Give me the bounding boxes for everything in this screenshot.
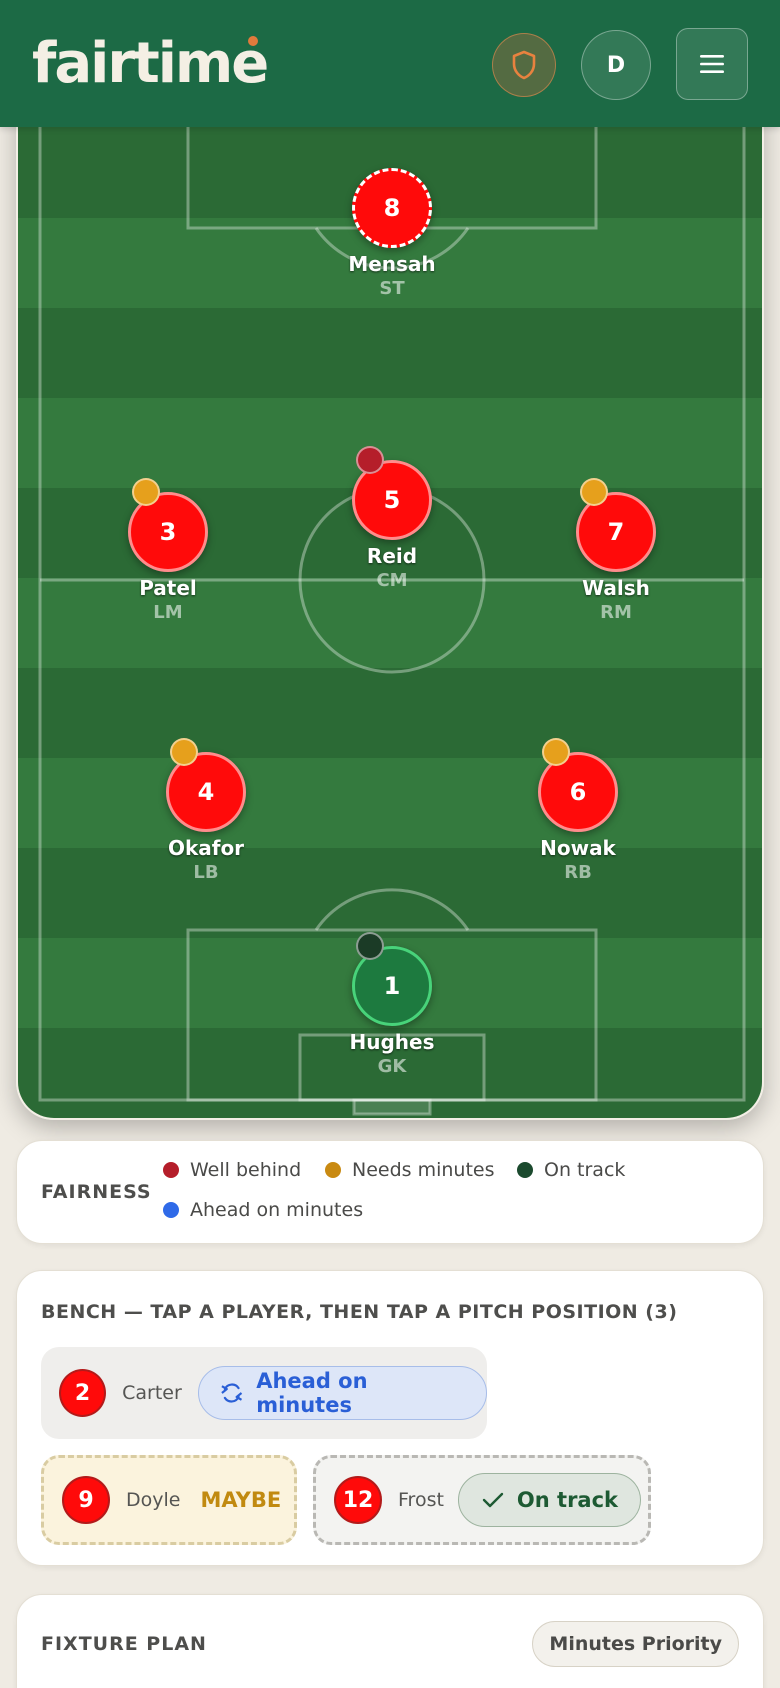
fairness-legend-card: FAIRNESS Well behind Needs minutes On tr… bbox=[16, 1140, 764, 1244]
legend-label: Ahead on minutes bbox=[190, 1199, 364, 1221]
bench-title: BENCH — TAP A PLAYER, THEN TAP A PITCH P… bbox=[41, 1301, 678, 1323]
player-name: Reid bbox=[366, 544, 418, 568]
pitch-player-okafor[interactable]: 4 Okafor LB bbox=[126, 738, 286, 883]
bench-player-number: 2 bbox=[59, 1369, 107, 1417]
player-name: Patel bbox=[139, 576, 197, 600]
fixture-plan-card: FIXTURE PLAN Minutes Priority bbox=[16, 1594, 764, 1688]
player-position: LB bbox=[193, 862, 219, 883]
legend-on-track: On track bbox=[517, 1159, 625, 1181]
shield-icon bbox=[512, 50, 536, 80]
player-name: Hughes bbox=[349, 1030, 435, 1054]
pitch-player-mensah[interactable]: 8 Mensah ST bbox=[312, 168, 472, 299]
legend-needs-minutes: Needs minutes bbox=[325, 1159, 495, 1181]
legend-well-behind: Well behind bbox=[163, 1159, 301, 1181]
player-position: GK bbox=[377, 1056, 407, 1077]
bench-player-carter[interactable]: 2 Carter Ahead on minutes bbox=[41, 1347, 487, 1439]
pitch-player-reid[interactable]: 5 Reid CM bbox=[312, 446, 472, 591]
hamburger-menu-icon bbox=[700, 55, 724, 73]
fairness-status-dot bbox=[132, 478, 160, 506]
bench-player-number: 12 bbox=[334, 1476, 382, 1524]
fairness-title: FAIRNESS bbox=[41, 1181, 152, 1203]
legend-ahead-on-minutes: Ahead on minutes bbox=[163, 1199, 363, 1221]
pitch[interactable]: 8 Mensah ST 5 Reid CM 3 Patel LM 7 Walsh… bbox=[16, 60, 764, 1120]
bench-card: BENCH — TAP A PLAYER, THEN TAP A PITCH P… bbox=[16, 1270, 764, 1566]
player-number-disc: 8 bbox=[352, 168, 432, 248]
checkmark-icon bbox=[482, 1492, 504, 1508]
availability-badge: MAYBE bbox=[200, 1488, 282, 1512]
pitch-player-hughes[interactable]: 1 Hughes GK bbox=[312, 932, 472, 1077]
bench-player-name: Carter bbox=[122, 1382, 182, 1404]
player-name: Walsh bbox=[582, 576, 650, 600]
status-badge-label: Ahead on minutes bbox=[256, 1369, 368, 1417]
fairness-status-dot bbox=[170, 738, 198, 766]
player-position: ST bbox=[379, 278, 405, 299]
status-badge: Ahead on minutes bbox=[197, 1366, 487, 1420]
status-badge: On track bbox=[457, 1473, 642, 1527]
player-position: CM bbox=[376, 570, 408, 591]
bench-player-frost[interactable]: 12 Frost On track bbox=[313, 1455, 651, 1545]
player-name: Okafor bbox=[167, 836, 245, 860]
player-name: Mensah bbox=[348, 252, 436, 276]
pitch-player-walsh[interactable]: 7 Walsh RM bbox=[536, 478, 696, 623]
shield-button[interactable] bbox=[492, 33, 556, 97]
legend-label: Needs minutes bbox=[352, 1159, 495, 1181]
legend-dot bbox=[163, 1202, 179, 1218]
legend-dot bbox=[163, 1162, 179, 1178]
minutes-priority-toggle[interactable]: Minutes Priority bbox=[532, 1621, 739, 1667]
bench-player-number: 9 bbox=[62, 1476, 110, 1524]
menu-button[interactable] bbox=[676, 28, 748, 100]
player-position: LM bbox=[153, 602, 183, 623]
app-logo[interactable]: fairtime bbox=[32, 28, 269, 100]
legend-label: Well behind bbox=[190, 1159, 302, 1181]
player-position: RB bbox=[564, 862, 592, 883]
fairness-status-dot bbox=[356, 446, 384, 474]
user-avatar-button[interactable]: D bbox=[581, 30, 651, 100]
status-badge-label: On track bbox=[516, 1488, 619, 1512]
legend-label: On track bbox=[544, 1159, 626, 1181]
player-name: Nowak bbox=[540, 836, 616, 860]
pitch-player-patel[interactable]: 3 Patel LM bbox=[88, 478, 248, 623]
fairness-status-dot bbox=[542, 738, 570, 766]
app-header: fairtime D bbox=[0, 0, 780, 127]
fairness-status-dot bbox=[580, 478, 608, 506]
bench-player-name: Doyle bbox=[126, 1489, 181, 1511]
legend-dot bbox=[325, 1162, 341, 1178]
fairness-status-dot bbox=[356, 932, 384, 960]
legend-dot bbox=[517, 1162, 533, 1178]
rotate-icon bbox=[221, 1383, 242, 1403]
logo-accent-dot bbox=[248, 36, 258, 46]
player-position: RM bbox=[600, 602, 632, 623]
fixture-plan-title: FIXTURE PLAN bbox=[41, 1633, 207, 1655]
bench-player-name: Frost bbox=[398, 1489, 444, 1511]
pitch-player-nowak[interactable]: 6 Nowak RB bbox=[498, 738, 658, 883]
bench-player-doyle[interactable]: 9 Doyle MAYBE bbox=[41, 1455, 297, 1545]
